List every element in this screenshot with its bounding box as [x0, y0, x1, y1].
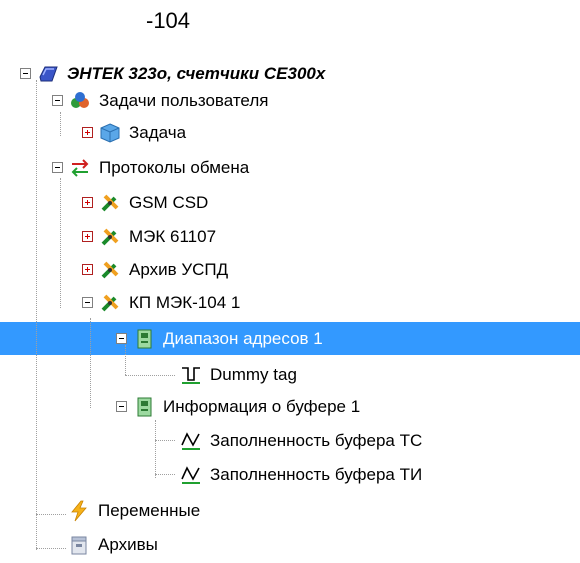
caption: -104	[146, 8, 191, 33]
tree-line	[36, 514, 66, 515]
tree-line	[36, 548, 66, 549]
buffer-ti-label: Заполненность буфера ТИ	[210, 465, 423, 484]
collapse-toggle[interactable]	[116, 401, 127, 412]
tree-line	[60, 178, 61, 308]
analog-signal-icon	[180, 430, 202, 452]
tree-line	[155, 474, 175, 475]
collapse-toggle[interactable]	[116, 333, 127, 344]
protocol-plug-icon	[99, 292, 121, 314]
expand-toggle[interactable]	[82, 231, 93, 242]
iec-61107-label: МЭК 61107	[129, 227, 217, 246]
variables-label: Переменные	[98, 501, 201, 520]
tree-node-task[interactable]: Задача	[82, 116, 186, 149]
expand-toggle[interactable]	[82, 127, 93, 138]
exchange-arrows-icon	[69, 157, 91, 179]
archive-icon	[68, 534, 90, 556]
collapse-toggle[interactable]	[82, 297, 93, 308]
gsm-csd-label: GSM CSD	[129, 193, 209, 212]
module-icon	[133, 396, 155, 418]
tree-line	[36, 80, 37, 550]
tree-line	[125, 375, 175, 376]
tree-node-buffer-info[interactable]: Информация о буфере 1	[116, 390, 360, 423]
tree-node-protocols[interactable]: Протоколы обмена	[52, 151, 249, 184]
task-label: Задача	[129, 123, 187, 142]
protocol-plug-icon	[99, 226, 121, 248]
cube-icon	[99, 122, 121, 144]
tree-node-variables[interactable]: Переменные	[68, 494, 200, 527]
collapse-toggle[interactable]	[52, 95, 63, 106]
expand-toggle[interactable]	[82, 264, 93, 275]
expand-toggle[interactable]	[82, 197, 93, 208]
tree-node-archives[interactable]: Архивы	[68, 528, 158, 561]
analog-signal-icon	[180, 464, 202, 486]
buffer-tc-label: Заполненность буфера ТС	[210, 431, 423, 450]
tree-node-iec-61107[interactable]: МЭК 61107	[82, 220, 216, 253]
lightning-icon	[68, 500, 90, 522]
module-icon	[133, 328, 155, 350]
protocols-label: Протоколы обмена	[99, 158, 250, 177]
tree-node-archive-uspd[interactable]: Архив УСПД	[82, 253, 228, 286]
collapse-toggle[interactable]	[52, 162, 63, 173]
protocol-plug-icon	[99, 259, 121, 281]
digital-signal-icon	[180, 364, 202, 386]
tree-node-gsm-csd[interactable]: GSM CSD	[82, 186, 208, 219]
tree-line	[155, 440, 175, 441]
user-tasks-label: Задачи пользователя	[99, 91, 269, 110]
collapse-toggle[interactable]	[20, 68, 31, 79]
tasks-icon	[69, 90, 91, 112]
tree-node-buffer-tc[interactable]: Заполненность буфера ТС	[180, 424, 422, 457]
tree-line	[90, 318, 91, 408]
tree-node-kp-iec-104[interactable]: КП МЭК-104 1	[82, 286, 240, 319]
tree-node-dummy-tag[interactable]: Dummy tag	[180, 358, 297, 391]
archive-uspd-label: Архив УСПД	[129, 260, 229, 279]
device-icon	[37, 63, 59, 85]
archives-label: Архивы	[98, 535, 158, 554]
address-range-label: Диапазон адресов 1	[163, 329, 323, 348]
buffer-info-label: Информация о буфере 1	[163, 397, 361, 416]
tree-node-buffer-ti[interactable]: Заполненность буфера ТИ	[180, 458, 422, 491]
tree-node-address-range[interactable]: Диапазон адресов 1	[116, 322, 323, 355]
kp-iec-104-label: КП МЭК-104 1	[129, 293, 241, 312]
dummy-tag-label: Dummy tag	[210, 365, 297, 384]
tree-line	[155, 420, 156, 478]
protocol-plug-icon	[99, 192, 121, 214]
tree-node-user-tasks[interactable]: Задачи пользователя	[52, 84, 268, 117]
